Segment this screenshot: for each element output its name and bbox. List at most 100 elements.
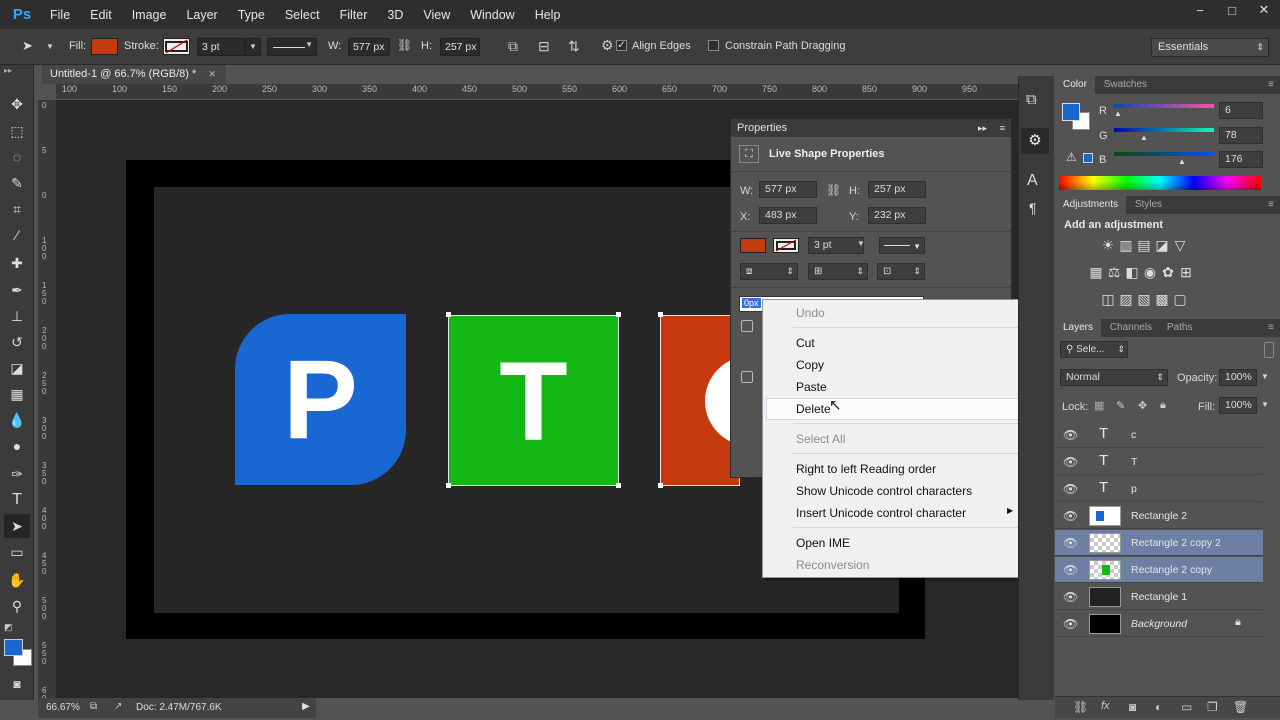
- menu-view[interactable]: View: [413, 8, 460, 22]
- tab-paths[interactable]: Paths: [1161, 322, 1199, 333]
- letter-c-tile[interactable]: [660, 315, 740, 486]
- move-tool-icon[interactable]: ✥: [4, 92, 30, 116]
- red-slider[interactable]: [1114, 104, 1214, 108]
- type-tool-icon[interactable]: T: [4, 488, 30, 512]
- link-dimensions-icon[interactable]: ⛓: [826, 183, 841, 197]
- tab-styles[interactable]: Styles: [1129, 199, 1168, 210]
- gradient-tool-icon[interactable]: ▦: [4, 382, 30, 406]
- selective-color-icon[interactable]: ▢: [1171, 291, 1189, 307]
- constrain-path-checkbox[interactable]: [708, 40, 719, 51]
- width-field[interactable]: 577 px: [348, 38, 390, 56]
- eye-icon[interactable]: 👁︎: [1063, 482, 1078, 496]
- default-colors-icon[interactable]: ◩: [4, 622, 13, 633]
- eye-icon[interactable]: 👁︎: [1063, 509, 1078, 523]
- menu-image[interactable]: Image: [122, 8, 177, 22]
- fill-swatch[interactable]: [91, 38, 118, 55]
- height-field[interactable]: 257 px: [440, 38, 480, 56]
- panel-menu-icon[interactable]: ≡: [1000, 119, 1005, 137]
- foreground-color-swatch[interactable]: [4, 639, 23, 656]
- prop-stroke-width-field[interactable]: 3 pt: [808, 237, 864, 254]
- layer-row[interactable]: 👁︎ Rectangle 2: [1055, 503, 1263, 529]
- menu-edit[interactable]: Edit: [80, 8, 122, 22]
- stroke-type-dropdown[interactable]: ▼: [267, 38, 317, 56]
- eye-icon[interactable]: 👁︎: [1063, 455, 1078, 469]
- menu-file[interactable]: File: [40, 8, 80, 22]
- menu-select[interactable]: Select: [275, 8, 330, 22]
- stroke-corners-dropdown[interactable]: ⊡ ⇕: [877, 263, 925, 280]
- eraser-tool-icon[interactable]: ◪: [4, 356, 30, 380]
- channel-mixer-icon[interactable]: ✿: [1159, 264, 1177, 280]
- zoom-level[interactable]: 66.67%: [46, 702, 80, 713]
- color-spectrum[interactable]: [1059, 176, 1261, 190]
- menu-show-unicode[interactable]: Show Unicode control characters: [796, 481, 972, 501]
- anchor-handle[interactable]: [446, 483, 451, 488]
- path-select-tool-icon[interactable]: ➤: [22, 38, 33, 54]
- eye-icon[interactable]: 👁︎: [1063, 590, 1078, 604]
- paragraph-panel-icon[interactable]: ¶: [1029, 200, 1037, 216]
- green-slider-thumb-icon[interactable]: ▲: [1140, 133, 1148, 142]
- adjustment-layer-icon[interactable]: ◐: [1155, 700, 1162, 714]
- layer-row[interactable]: 👁︎ Tc: [1055, 422, 1263, 448]
- exposure-icon[interactable]: ◪: [1153, 237, 1171, 253]
- healing-brush-tool-icon[interactable]: ✚: [4, 251, 30, 275]
- blue-slider-thumb-icon[interactable]: ▲: [1178, 157, 1186, 166]
- brightness-contrast-icon[interactable]: ☀: [1099, 237, 1117, 253]
- green-slider[interactable]: [1114, 128, 1214, 132]
- posterize-icon[interactable]: ▨: [1117, 291, 1135, 307]
- menu-insert-unicode[interactable]: Insert Unicode control character: [796, 503, 966, 523]
- gradient-map-icon[interactable]: ▩: [1153, 291, 1171, 307]
- pen-tool-icon[interactable]: ✑: [4, 462, 30, 486]
- stroke-width-field[interactable]: 3 pt: [197, 38, 245, 56]
- prop-stroke-type-dropdown[interactable]: ▼: [879, 237, 925, 254]
- settings-gear-icon[interactable]: ⚙: [601, 37, 614, 54]
- workspace-dropdown[interactable]: Essentials ⇕: [1151, 38, 1269, 57]
- clone-stamp-tool-icon[interactable]: ⊥: [4, 304, 30, 328]
- menu-type[interactable]: Type: [228, 8, 275, 22]
- layer-row[interactable]: 👁︎ Rectangle 1: [1055, 584, 1263, 610]
- filter-toggle[interactable]: [1264, 342, 1274, 358]
- document-tab[interactable]: Untitled-1 @ 66.7% (RGB/8) * ✕: [42, 65, 226, 84]
- stroke-width-dropdown-icon[interactable]: ▼: [245, 38, 261, 56]
- eye-icon[interactable]: 👁︎: [1063, 428, 1078, 442]
- anchor-handle[interactable]: [616, 483, 621, 488]
- layer-row[interactable]: 👁︎ Rectangle 2 copy 2: [1055, 530, 1263, 556]
- menu-cut[interactable]: Cut: [796, 333, 815, 353]
- layer-row[interactable]: 👁︎ Rectangle 2 copy: [1055, 557, 1263, 583]
- tab-adjustments[interactable]: Adjustments: [1055, 196, 1127, 214]
- eye-icon[interactable]: 👁︎: [1063, 617, 1078, 631]
- marquee-tool-icon[interactable]: ⬚: [4, 119, 30, 143]
- invert-icon[interactable]: ◫: [1099, 291, 1117, 307]
- color-balance-icon[interactable]: ⚖: [1105, 264, 1123, 280]
- crop-tool-icon[interactable]: ⌗: [4, 197, 30, 221]
- color-fg-swatch[interactable]: [1062, 103, 1080, 121]
- menu-3d[interactable]: 3D: [377, 8, 413, 22]
- prop-height-field[interactable]: 257 px: [868, 181, 926, 198]
- tab-channels[interactable]: Channels: [1104, 322, 1158, 333]
- brush-tool-icon[interactable]: ✒: [4, 278, 30, 302]
- close-button[interactable]: ✕: [1248, 0, 1280, 20]
- export-icon[interactable]: ↗: [114, 701, 122, 712]
- menu-window[interactable]: Window: [460, 8, 524, 22]
- lock-all-icon[interactable]: 🔒︎: [1160, 399, 1166, 412]
- stroke-swatch[interactable]: [163, 38, 190, 55]
- vibrance-icon[interactable]: ▽: [1171, 237, 1189, 253]
- tab-swatches[interactable]: Swatches: [1098, 79, 1153, 90]
- fill-value[interactable]: 100%: [1219, 397, 1257, 414]
- blur-tool-icon[interactable]: 💧: [4, 408, 30, 432]
- link-icon[interactable]: ⛓: [397, 38, 412, 52]
- red-value[interactable]: 6: [1219, 102, 1263, 119]
- lock-position-icon[interactable]: ✥: [1138, 399, 1147, 412]
- prop-y-field[interactable]: 232 px: [868, 207, 926, 224]
- prop-fill-swatch[interactable]: [740, 238, 766, 253]
- blend-mode-dropdown[interactable]: Normal ⇕: [1060, 369, 1168, 386]
- prop-x-field[interactable]: 483 px: [759, 207, 817, 224]
- anchor-handle[interactable]: [658, 312, 663, 317]
- trash-icon[interactable]: 🗑︎: [1233, 700, 1248, 714]
- collapse-panel-icon[interactable]: ▸▸: [978, 119, 987, 137]
- color-lookup-icon[interactable]: ⊞: [1177, 264, 1195, 280]
- menu-filter[interactable]: Filter: [330, 8, 378, 22]
- menu-copy[interactable]: Copy: [796, 355, 824, 375]
- layer-filter-kind[interactable]: ⚲ Sele... ⇕: [1060, 341, 1128, 358]
- panel-menu-icon[interactable]: ≡: [1268, 196, 1274, 214]
- hue-saturation-icon[interactable]: ▦: [1087, 264, 1105, 280]
